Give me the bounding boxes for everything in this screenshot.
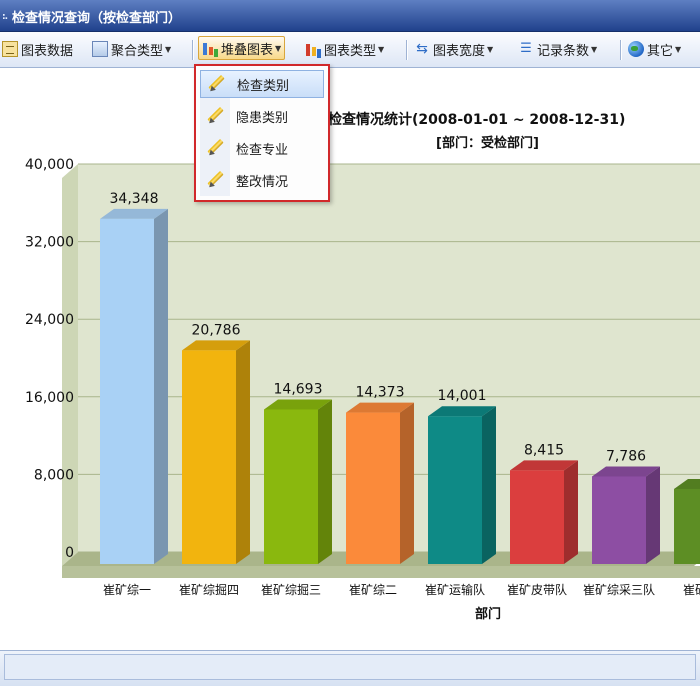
menu-item-rectification-status[interactable]: 整改情况 <box>200 166 324 194</box>
x-tick-label: 崔矿皮带队 <box>507 582 567 597</box>
menu-item-label: 隐患类别 <box>236 110 289 126</box>
y-tick-label: 32,000 <box>25 235 74 251</box>
x-tick-label: 崔矿运输队 <box>425 582 485 597</box>
pencil-icon <box>206 107 224 125</box>
plot-floor-front <box>62 566 700 578</box>
menu-item-inspection-specialty[interactable]: 检查专业 <box>200 134 324 162</box>
x-tick-label: 崔矿综掘四 <box>179 582 239 597</box>
y-tick-label: 24,000 <box>25 312 74 328</box>
bar-side <box>236 340 250 564</box>
bar-side <box>154 208 168 564</box>
status-panel <box>4 654 696 680</box>
bar-side <box>318 399 332 564</box>
value-label: 14,373 <box>356 385 405 401</box>
bar <box>346 412 400 564</box>
bar-side <box>400 402 414 564</box>
value-label: 7,786 <box>606 448 646 464</box>
pencil-icon <box>206 139 224 157</box>
y-tick-label: 16,000 <box>25 390 74 406</box>
bar <box>100 218 154 564</box>
x-tick-label: 崔矿准 <box>683 583 700 597</box>
bar-side <box>564 460 578 564</box>
bar <box>592 476 646 564</box>
value-label: 14,001 <box>438 388 487 404</box>
chart-subtitle: [部门：受检部门] <box>436 136 539 151</box>
plot-wall-left <box>62 164 78 566</box>
menu-item-hazard-category[interactable]: 隐患类别 <box>200 102 324 130</box>
pencil-icon <box>206 171 224 189</box>
bar <box>182 350 236 564</box>
pencil-icon <box>207 75 225 93</box>
value-label: 8,415 <box>524 442 564 458</box>
bar-chart: 08,00016,00024,00032,00040,00034,348崔矿综一… <box>25 157 700 622</box>
menu-item-label: 检查专业 <box>236 142 289 158</box>
x-tick-label: 崔矿综掘三 <box>261 582 321 597</box>
status-bar <box>0 650 700 686</box>
y-tick-label: 40,000 <box>25 157 74 173</box>
x-tick-label: 崔矿综二 <box>349 583 397 597</box>
value-label: 34,348 <box>110 191 159 207</box>
value-label: 20,786 <box>192 322 241 338</box>
x-tick-label: 崔矿综一 <box>103 583 151 597</box>
bar-side <box>646 466 660 564</box>
chart-title: 检查情况统计(2008-01-01 ~ 2008-12-31) <box>328 112 626 128</box>
bar-side <box>482 406 496 564</box>
bar <box>428 416 482 564</box>
x-tick-label: 崔矿综采三队 <box>583 582 655 597</box>
bar <box>674 488 700 564</box>
bar <box>264 409 318 564</box>
y-tick-label: 8,000 <box>34 467 74 483</box>
menu-item-inspection-category[interactable]: 检查类别 <box>200 70 324 98</box>
stacked-chart-menu: 检查类别 隐患类别 检查专业 整改情况 <box>194 64 330 202</box>
bar <box>510 470 564 564</box>
value-label: 14,693 <box>274 381 323 397</box>
x-axis-title: 部门 <box>475 606 501 622</box>
menu-item-label: 检查类别 <box>237 78 290 94</box>
menu-item-label: 整改情况 <box>236 174 289 190</box>
